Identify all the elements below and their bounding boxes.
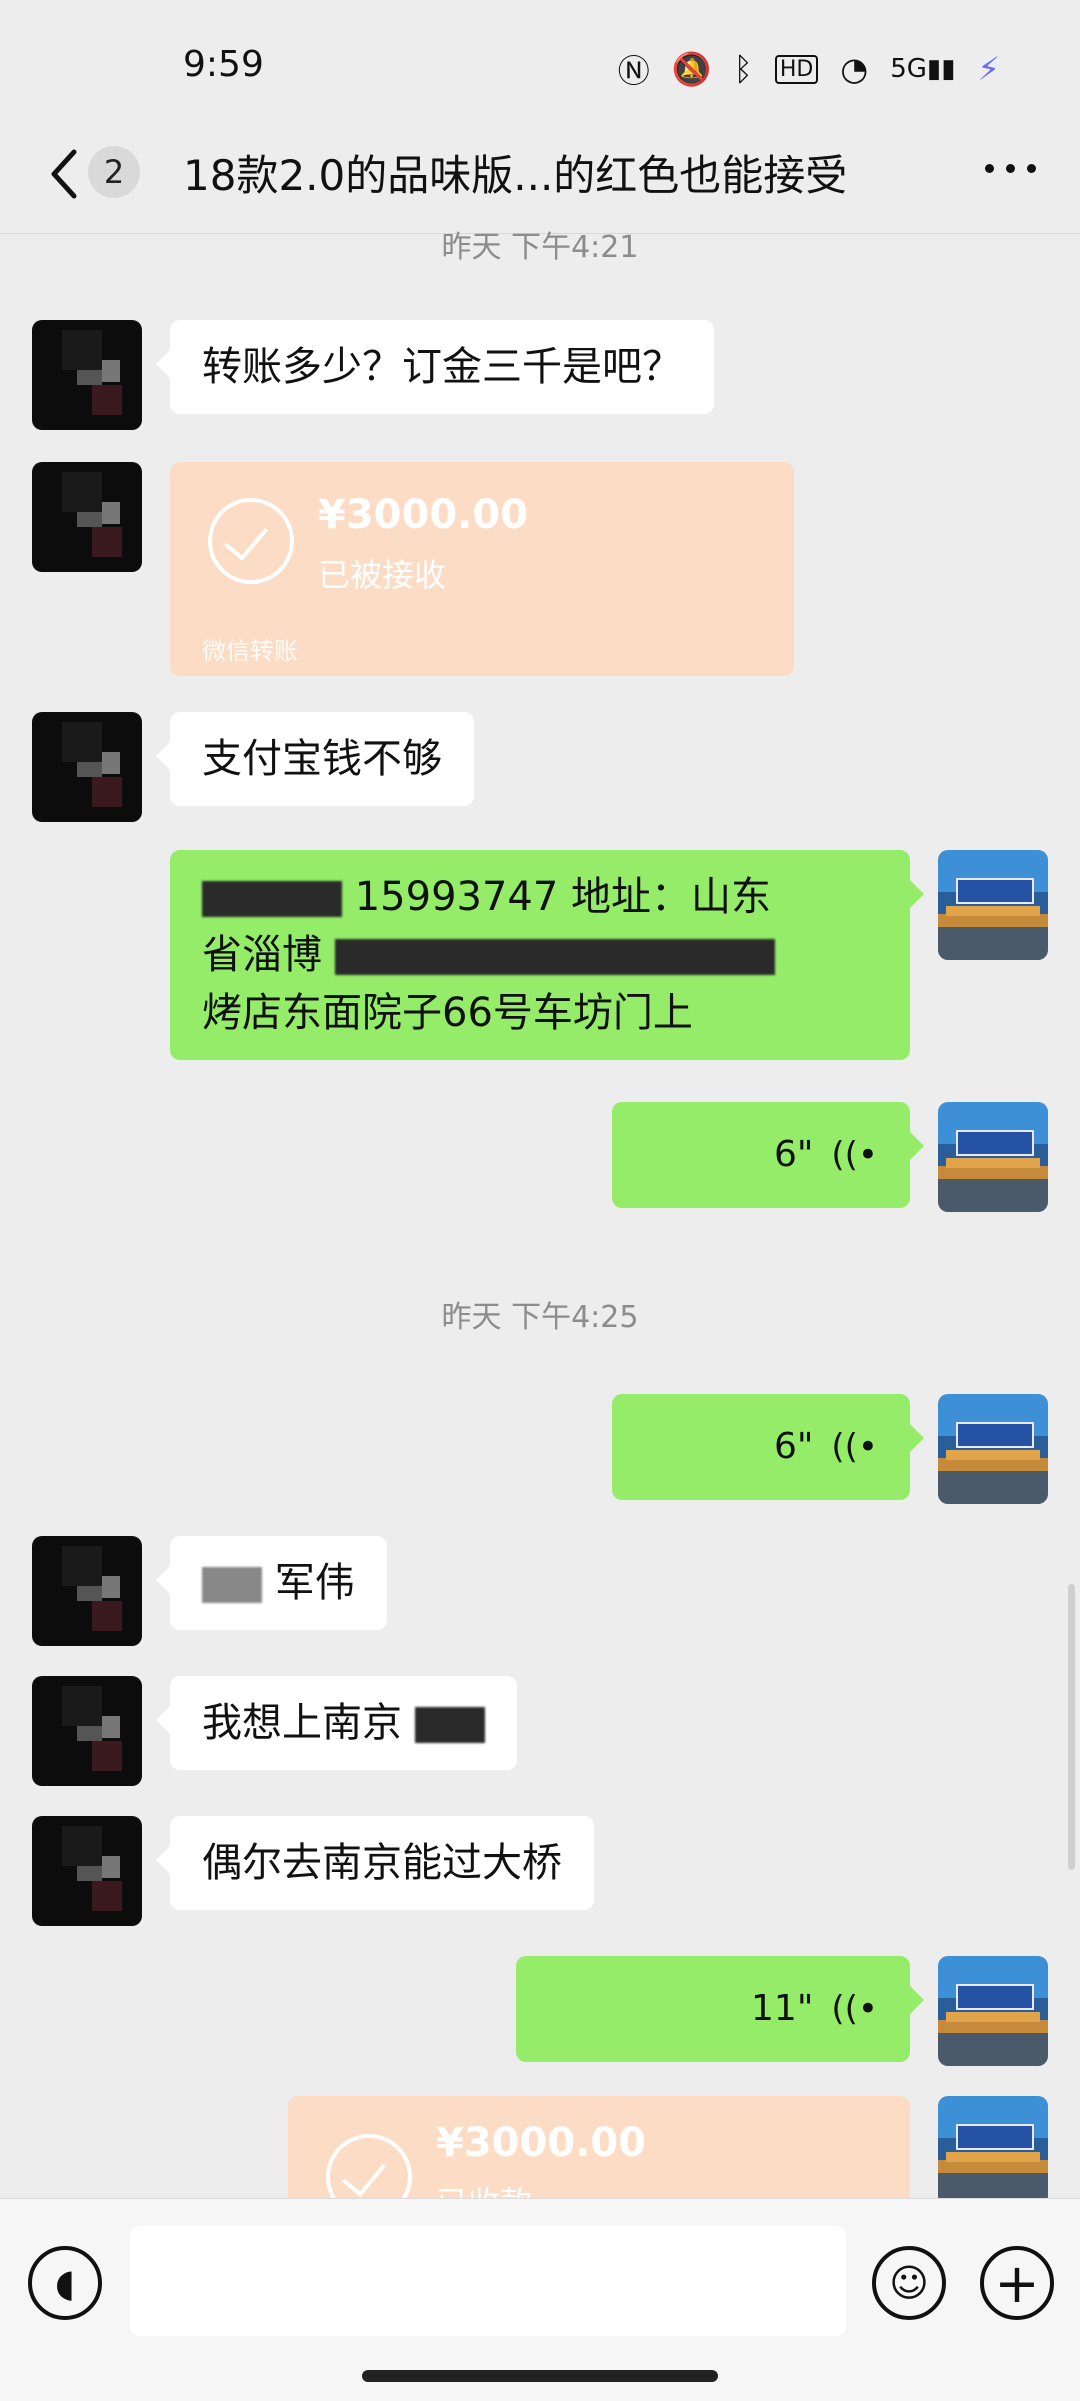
charging-icon: ⚡ [977, 50, 1000, 88]
voice-duration: 6" [773, 1134, 814, 1175]
self-avatar[interactable] [938, 1394, 1048, 1504]
voice-input-icon[interactable]: ◖ [28, 2246, 102, 2320]
message-text: 省淄博 [202, 932, 322, 978]
home-indicator[interactable] [362, 2370, 718, 2382]
message-bubble-outgoing[interactable]: 15993747 地址：山东 省淄博 烤店东面院子66号车坊门上 [170, 850, 924, 1060]
voice-message[interactable]: 6" ((• [612, 1102, 924, 1208]
message-text: 支付宝钱不够 [202, 736, 442, 782]
mute-icon: 🔕 [671, 50, 712, 88]
contact-avatar[interactable] [32, 320, 142, 430]
transfer-footer: 微信转账 [202, 637, 298, 665]
message-text: 偶尔去南京能过大桥 [202, 1840, 562, 1886]
voice-wave-icon: ((• [831, 1989, 878, 2029]
wifi-icon: ◔ [840, 50, 869, 88]
message-input[interactable] [130, 2226, 846, 2336]
more-options-icon[interactable] [985, 164, 1036, 173]
plus-icon[interactable]: + [980, 2246, 1054, 2320]
transfer-status: 已被接收 [318, 556, 447, 594]
contact-avatar[interactable] [32, 462, 142, 572]
voice-wave-icon: ((• [831, 1427, 878, 1467]
message-text: 军伟 [274, 1560, 355, 1606]
voice-wave-icon: ((• [831, 1135, 878, 1175]
scrollbar-thumb[interactable] [1068, 1584, 1075, 1870]
bluetooth-icon: ᛒ [733, 50, 753, 88]
unread-count-badge[interactable]: 2 [88, 146, 140, 198]
message-text: 烤店东面院子66号车坊门上 [202, 990, 693, 1036]
nfc-icon: Ⓝ [617, 52, 650, 90]
message-text-line: 省淄博 [202, 926, 878, 984]
self-avatar[interactable] [938, 850, 1048, 960]
voice-duration: 6" [773, 1426, 814, 1467]
chat-header: 2 18款2.0的品味版...的红色也能接受 [0, 130, 1080, 234]
redacted-block [202, 881, 342, 917]
redacted-block [414, 1707, 485, 1743]
message-bubble-incoming[interactable]: 军伟 [156, 1536, 387, 1630]
voice-message[interactable]: 6" ((• [612, 1394, 924, 1500]
self-avatar[interactable] [938, 1956, 1048, 2066]
transfer-amount: ¥3000.00 [318, 492, 529, 538]
status-icons: Ⓝ 🔕 ᛒ HD ◔ 5G▮▮ ⚡ [618, 46, 1000, 92]
contact-avatar[interactable] [32, 712, 142, 822]
voice-duration: 11" [751, 1988, 814, 2029]
message-bubble-incoming[interactable]: 支付宝钱不够 [156, 712, 474, 806]
self-avatar[interactable] [938, 2096, 1048, 2206]
transfer-card[interactable]: ¥3000.00 已被接收 微信转账 [170, 462, 794, 676]
status-bar: 9:59 Ⓝ 🔕 ᛒ HD ◔ 5G▮▮ ⚡ [0, 0, 1080, 130]
message-bubble-incoming[interactable]: 转账多少？订金三千是吧？ [156, 320, 714, 414]
message-timestamp: 昨天 下午4:25 [441, 1300, 639, 1335]
message-text: 转账多少？订金三千是吧？ [202, 344, 682, 390]
emoji-icon[interactable]: ☺ [872, 2246, 946, 2320]
hd-icon: HD [774, 54, 819, 84]
message-bubble-incoming[interactable]: 我想上南京 [156, 1676, 517, 1770]
message-bubble-incoming[interactable]: 偶尔去南京能过大桥 [156, 1816, 594, 1910]
contact-avatar[interactable] [32, 1676, 142, 1786]
status-time: 9:59 [183, 44, 264, 85]
contact-avatar[interactable] [32, 1816, 142, 1926]
message-text-line: 15993747 地址：山东 [202, 868, 878, 926]
voice-message[interactable]: 11" ((• [516, 1956, 924, 2062]
5g-signal-icon: 5G▮▮ [890, 54, 956, 84]
transfer-amount: ¥3000.00 [436, 2120, 647, 2166]
message-text: 我想上南京 [202, 1700, 402, 1746]
redacted-block [334, 939, 775, 975]
redacted-block [202, 1567, 262, 1603]
message-timestamp: 昨天 下午4:21 [441, 230, 639, 265]
back-chevron-icon[interactable] [40, 144, 92, 204]
chat-title: 18款2.0的品味版...的红色也能接受 [183, 151, 848, 200]
check-circle-icon [208, 498, 294, 584]
self-avatar[interactable] [938, 1102, 1048, 1212]
message-text: 15993747 地址：山东 [354, 874, 772, 920]
contact-avatar[interactable] [32, 1536, 142, 1646]
